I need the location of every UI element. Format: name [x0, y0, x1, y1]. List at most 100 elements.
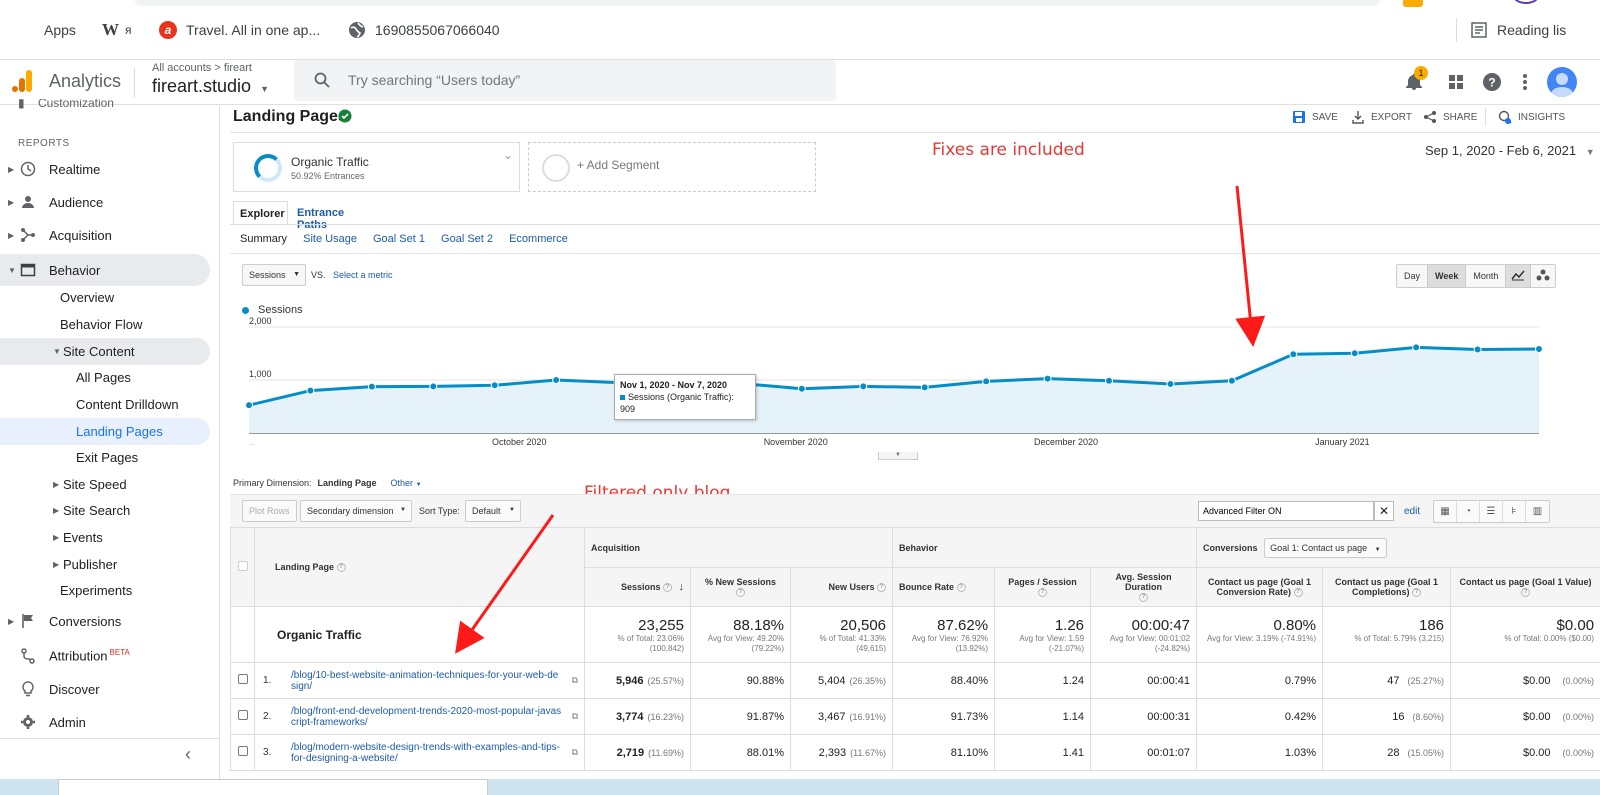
metric-select[interactable]: Sessions ▼ — [242, 264, 306, 286]
bookmark-wikipedia[interactable]: W я — [102, 20, 132, 40]
extension-badge[interactable] — [1403, 0, 1423, 7]
goal-select[interactable]: Goal 1: Contact us page ▼ — [1264, 537, 1387, 558]
sidebar-item-discover[interactable]: Discover — [0, 674, 210, 704]
sidebar-item-landing-pages[interactable]: Landing Pages — [0, 418, 210, 445]
open-link-icon[interactable]: ⧉ — [572, 747, 578, 758]
primary-dimension-value[interactable]: Landing Page — [318, 478, 377, 488]
sidebar-item-exit-pages[interactable]: Exit Pages — [0, 444, 210, 471]
bookmark-travel[interactable]: a Travel. All in one ap... — [159, 20, 320, 40]
insights-button[interactable]: INSIGHTS — [1498, 110, 1565, 124]
table-row[interactable]: 1. /blog/10-best-website-animation-techni… — [230, 662, 1600, 699]
completions-header[interactable]: Contact us page (Goal 1 Completions) ? — [1322, 567, 1452, 607]
pivot-icon[interactable]: ▥ — [1526, 501, 1549, 522]
comparison-icon[interactable]: ⊧ — [1503, 501, 1526, 522]
bookmark-apps[interactable]: Apps — [17, 20, 76, 40]
profile-edge[interactable] — [1513, 0, 1539, 4]
sort-type-select[interactable]: Default ▼ — [465, 500, 521, 522]
tab-entrance-paths[interactable]: Entrance Paths — [291, 201, 350, 231]
add-segment-button[interactable]: + Add Segment — [528, 142, 816, 192]
sidebar-item-audience[interactable]: ▶ Audience — [0, 187, 210, 217]
export-button[interactable]: EXPORT — [1351, 110, 1412, 124]
sidebar-item-all-pages[interactable]: All Pages — [0, 364, 210, 391]
search-bar[interactable] — [294, 60, 836, 101]
sidebar-item-attribution[interactable]: Attribution BETA — [0, 641, 210, 671]
table-row[interactable]: 3. /blog/modern-website-design-trends-wit… — [230, 734, 1600, 771]
subtab-site-usage[interactable]: Site Usage — [303, 233, 357, 245]
chart-resize-handle[interactable]: ▼ — [878, 452, 918, 460]
reading-list[interactable]: Reading lis — [1470, 20, 1566, 40]
subtab-goal-set-2[interactable]: Goal Set 2 — [441, 233, 493, 245]
bottom-tab[interactable] — [58, 779, 488, 795]
help-icon: ? — [1139, 593, 1149, 603]
share-button[interactable]: SHARE — [1423, 110, 1477, 124]
open-link-icon[interactable]: ⧉ — [572, 711, 578, 722]
edit-filter-link[interactable]: edit — [1404, 506, 1420, 517]
select-metric-link[interactable]: Select a metric — [333, 270, 393, 280]
subtab-ecommerce[interactable]: Ecommerce — [509, 233, 568, 245]
clear-filter-icon[interactable]: ✕ — [1374, 501, 1394, 521]
more-vert-icon[interactable] — [1515, 72, 1535, 92]
subtab-summary[interactable]: Summary — [240, 233, 287, 245]
landing-page-link[interactable]: /blog/modern-website-design-trends-with-… — [291, 742, 562, 764]
sidebar-item-site-content[interactable]: ▼ Site Content — [0, 338, 210, 365]
help-icon[interactable]: ? — [1482, 72, 1502, 92]
sidebar-item-content-drilldown[interactable]: Content Drilldown — [0, 391, 210, 418]
advanced-filter-input[interactable] — [1198, 501, 1374, 521]
avatar[interactable] — [1547, 67, 1577, 97]
account-selector[interactable]: fireart.studio ▼ — [152, 76, 269, 97]
sessions-chart[interactable]: 2,000 1,000 October 2020 November 2020 Decem… — [244, 316, 1584, 452]
line-chart-icon[interactable] — [1506, 265, 1531, 287]
tab-explorer[interactable]: Explorer — [233, 201, 288, 226]
sidebar-item-behavior[interactable]: ▼ Behavior — [0, 254, 210, 286]
select-all-checkbox[interactable] — [237, 561, 248, 571]
sidebar-item-publisher[interactable]: ▶ Publisher — [0, 551, 210, 578]
sidebar-item-realtime[interactable]: ▶ Realtime — [0, 154, 210, 184]
sidebar-item-site-speed[interactable]: ▶ Site Speed — [0, 471, 210, 498]
save-button[interactable]: SAVE — [1292, 110, 1338, 124]
landing-page-header[interactable]: Landing Page ? — [254, 527, 585, 607]
performance-icon[interactable]: ☰ — [1480, 501, 1503, 522]
sidebar-item-overview[interactable]: Overview — [0, 284, 210, 311]
pie-chart-icon[interactable]: ◔ — [1457, 501, 1480, 522]
avg-duration-header[interactable]: Avg. Session Duration? — [1090, 567, 1198, 607]
sidebar-item-experiments[interactable]: Experiments — [0, 577, 210, 604]
sidebar-item-conversions[interactable]: ▶ Conversions — [0, 606, 210, 636]
secondary-dimension-select[interactable]: Secondary dimension ▼ — [300, 500, 412, 522]
analytics-logo-icon[interactable] — [10, 69, 34, 93]
open-link-icon[interactable]: ⧉ — [572, 675, 578, 686]
sessions-header[interactable]: Sessions ? ↓ — [584, 567, 691, 607]
sidebar-item-admin[interactable]: Admin — [0, 707, 210, 737]
new-users-header[interactable]: New Users ? — [789, 567, 894, 607]
goal-value-header[interactable]: Contact us page (Goal 1 Value) ? — [1450, 567, 1600, 607]
sidebar-item-acquisition[interactable]: ▶ Acquisition — [0, 220, 210, 250]
collapse-sidebar-icon[interactable]: ‹ — [185, 744, 191, 765]
new-sessions-header[interactable]: % New Sessions? — [690, 567, 791, 607]
data-table-icon[interactable]: ▦ — [1434, 501, 1457, 522]
row-checkbox[interactable] — [237, 746, 248, 756]
customization-partial[interactable]: ▮ Customization — [18, 99, 128, 109]
other-dimension-link[interactable]: Other ▼ — [391, 478, 422, 488]
landing-page-link[interactable]: /blog/front-end-development-trends-2020-… — [291, 706, 562, 728]
granularity-month[interactable]: Month — [1466, 265, 1506, 287]
conversion-rate-header[interactable]: Contact us page (Goal 1 Conversion Rate)… — [1196, 567, 1324, 607]
subtab-goal-set-1[interactable]: Goal Set 1 — [373, 233, 425, 245]
granularity-week[interactable]: Week — [1428, 265, 1467, 287]
sidebar-item-events[interactable]: ▶ Events — [0, 524, 210, 551]
segment-organic-traffic[interactable]: Organic Traffic 50.92% Entrances ⌄ — [233, 142, 520, 192]
plot-rows-button[interactable]: Plot Rows — [242, 500, 297, 522]
table-row[interactable]: 2. /blog/front-end-development-trends-202… — [230, 698, 1600, 735]
bookmark-number[interactable]: 1690855067066040 — [348, 20, 500, 40]
pages-session-header[interactable]: Pages / Session? — [994, 567, 1092, 607]
search-input[interactable] — [348, 70, 818, 90]
account-breadcrumb[interactable]: All accounts > fireart — [152, 62, 252, 74]
landing-page-link[interactable]: /blog/10-best-website-animation-techniqu… — [291, 670, 562, 692]
motion-chart-icon[interactable] — [1531, 265, 1555, 287]
row-checkbox[interactable] — [237, 674, 248, 684]
date-range-picker[interactable]: Sep 1, 2020 - Feb 6, 2021 ▼ — [1425, 143, 1595, 158]
granularity-day[interactable]: Day — [1397, 265, 1429, 287]
row-checkbox[interactable] — [237, 710, 248, 720]
sidebar-item-behavior-flow[interactable]: Behavior Flow — [0, 311, 210, 338]
apps-icon[interactable] — [1446, 72, 1466, 92]
sidebar-item-site-search[interactable]: ▶ Site Search — [0, 497, 210, 524]
bounce-rate-header[interactable]: Bounce Rate ? — [892, 567, 996, 607]
